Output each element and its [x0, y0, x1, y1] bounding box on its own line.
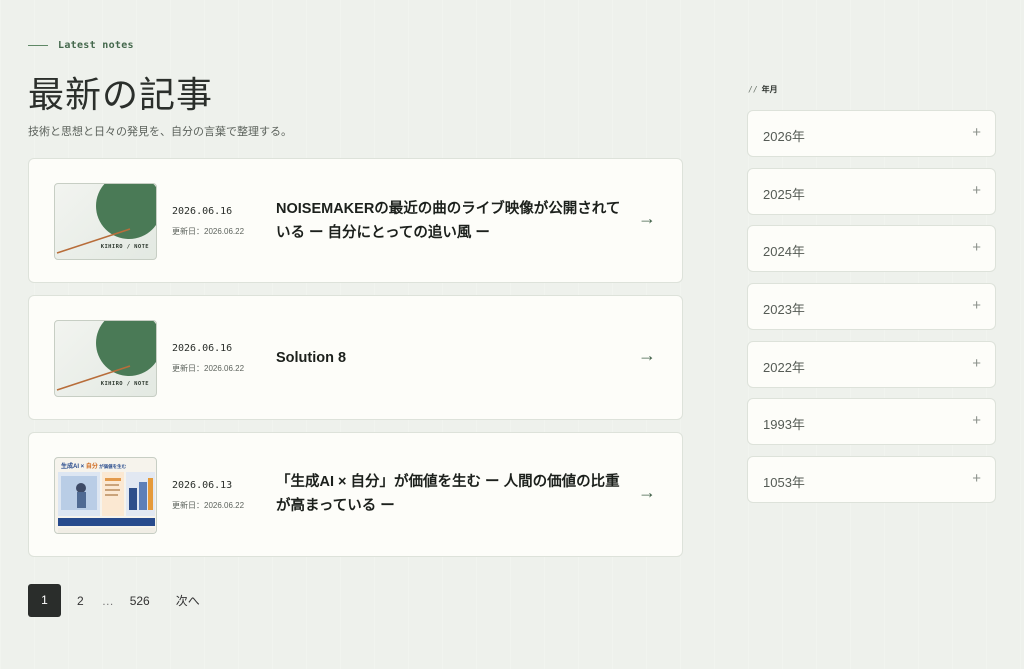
- year-item-2025[interactable]: 2025年 +: [747, 168, 996, 215]
- pagination-ellipsis: …: [101, 593, 114, 608]
- year-item-1993[interactable]: 1993年 +: [747, 398, 996, 445]
- plus-icon[interactable]: +: [972, 355, 981, 372]
- post-date: 2026.06.13: [172, 480, 233, 491]
- thumbnail-tag: KIHIRO / NOTE: [100, 244, 149, 250]
- post-card[interactable]: 生成AI × 自分 が価値を生む 2026.06.13 更新日：2026.06.…: [28, 432, 683, 557]
- page-title: 最新の記事: [28, 75, 214, 116]
- year-label: 1053年: [763, 475, 805, 490]
- post-thumbnail: KIHIRO / NOTE: [54, 183, 157, 260]
- post-title[interactable]: 「生成AI × 自分」が価値を生む ー 人間の価値の比重が高まっている ー: [276, 470, 621, 518]
- year-label: 2022年: [763, 360, 805, 375]
- year-item-2023[interactable]: 2023年 +: [747, 283, 996, 330]
- post-date: 2026.06.16: [172, 343, 233, 354]
- year-label: 2023年: [763, 302, 805, 317]
- year-item-1053[interactable]: 1053年 +: [747, 456, 996, 503]
- post-thumbnail: KIHIRO / NOTE: [54, 320, 157, 397]
- post-updated: 更新日：2026.06.22: [172, 364, 245, 373]
- year-label: 2025年: [763, 187, 805, 202]
- eyebrow-line: [28, 45, 48, 46]
- plus-icon[interactable]: +: [972, 412, 981, 429]
- eyebrow-label: Latest notes: [58, 40, 134, 51]
- post-dates: 2026.06.16 更新日：2026.06.22: [172, 343, 244, 374]
- year-item-2026[interactable]: 2026年 +: [747, 110, 996, 157]
- year-item-2024[interactable]: 2024年 +: [747, 225, 996, 272]
- plus-icon[interactable]: +: [972, 124, 981, 141]
- post-dates: 2026.06.16 更新日：2026.06.22: [172, 206, 244, 237]
- year-label: 1993年: [763, 417, 805, 432]
- post-card[interactable]: KIHIRO / NOTE 2026.06.16 更新日：2026.06.22 …: [28, 158, 683, 283]
- next-page-button[interactable]: 次へ: [176, 592, 200, 609]
- post-date: 2026.06.16: [172, 206, 233, 217]
- arrow-right-icon[interactable]: →: [638, 208, 656, 229]
- plus-icon[interactable]: +: [972, 239, 981, 256]
- sidebar-heading: //年月: [748, 84, 778, 95]
- post-dates: 2026.06.13 更新日：2026.06.22: [172, 480, 244, 511]
- post-thumbnail: 生成AI × 自分 が価値を生む: [54, 457, 157, 534]
- plus-icon[interactable]: +: [972, 182, 981, 199]
- year-label: 2026年: [763, 129, 805, 144]
- arrow-right-icon[interactable]: →: [638, 345, 656, 366]
- year-label: 2024年: [763, 244, 805, 259]
- post-card[interactable]: KIHIRO / NOTE 2026.06.16 更新日：2026.06.22 …: [28, 295, 683, 420]
- post-updated: 更新日：2026.06.22: [172, 227, 245, 236]
- page-2-button[interactable]: 2: [77, 594, 84, 608]
- plus-icon[interactable]: +: [972, 297, 981, 314]
- year-item-2022[interactable]: 2022年 +: [747, 341, 996, 388]
- infographic-graphic: [58, 472, 155, 533]
- sidebar-heading-label: 年月: [761, 85, 778, 94]
- arrow-right-icon[interactable]: →: [638, 482, 656, 503]
- page-last-button[interactable]: 526: [130, 594, 150, 608]
- thumbnail-tag: KIHIRO / NOTE: [100, 381, 149, 387]
- page-lead: 技術と思想と日々の発見を、自分の言葉で整理する。: [28, 126, 292, 138]
- post-title[interactable]: Solution 8: [276, 346, 621, 370]
- post-updated: 更新日：2026.06.22: [172, 501, 245, 510]
- sidebar-heading-prefix: //: [748, 85, 758, 94]
- post-title[interactable]: NOISEMAKERの最近の曲のライブ映像が公開されている ー 自分にとっての追…: [276, 197, 621, 245]
- plus-icon[interactable]: +: [972, 470, 981, 487]
- page-1-button[interactable]: 1: [28, 584, 61, 617]
- eyebrow: Latest notes: [28, 40, 134, 51]
- pagination: 1 2 … 526 次へ: [28, 584, 200, 617]
